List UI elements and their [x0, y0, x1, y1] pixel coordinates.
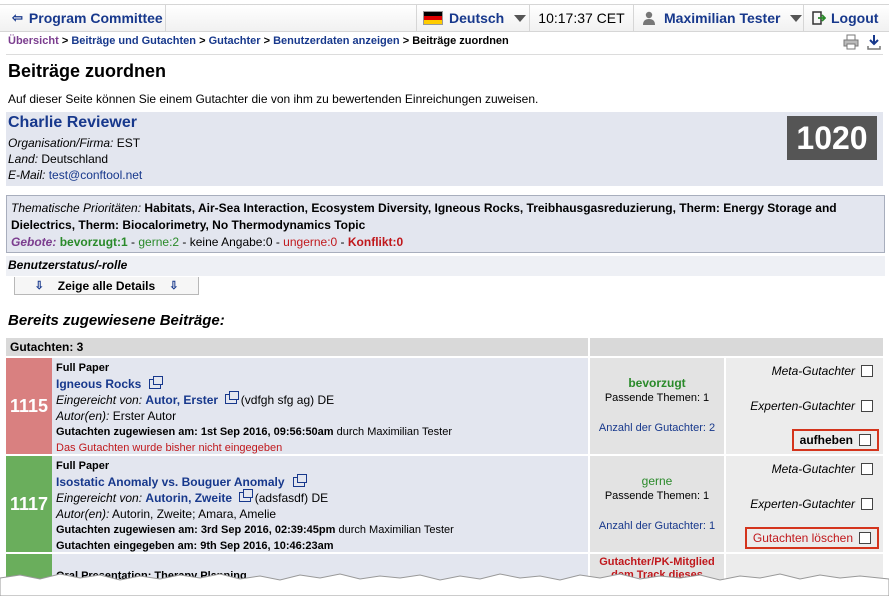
- table-row: 1117 Full Paper Isostatic Anomaly vs. Bo…: [6, 456, 883, 552]
- top-bar: ⇦ Program Committee Deutsch 10:17:37 CET…: [0, 4, 889, 32]
- breadcrumb: Übersicht > Beiträge und Gutachten > Gut…: [8, 35, 509, 47]
- user-name: Maximilian Tester: [664, 10, 781, 26]
- meta-reviewer-option[interactable]: Meta-Gutachter: [772, 462, 873, 476]
- expert-reviewer-checkbox[interactable]: [861, 498, 873, 510]
- user-icon: [643, 11, 655, 25]
- logout-icon: [812, 11, 826, 25]
- table-header-right: [590, 338, 883, 356]
- reviewer-org: Organisation/Firma: EST: [8, 136, 141, 150]
- download-icon[interactable]: [867, 34, 881, 50]
- user-menu[interactable]: Maximilian Tester: [634, 5, 804, 31]
- delete-review-checkbox[interactable]: [859, 532, 871, 544]
- submission-details: Full Paper Isostatic Anomaly vs. Bouguer…: [52, 456, 588, 552]
- user-status-row: Benutzerstatus/-rolle: [6, 256, 885, 276]
- reviewer-id-badge: 1020: [787, 116, 877, 160]
- open-window-icon[interactable]: [292, 474, 307, 487]
- time-label: 10:17:37 CET: [538, 10, 625, 26]
- show-all-details-button[interactable]: ⇩ Zeige alle Details ⇩: [14, 277, 199, 295]
- assigned-heading: Bereits zugewiesene Beiträge:: [8, 312, 225, 329]
- german-flag-icon: [423, 11, 443, 25]
- double-chevron-down-icon: ⇩: [169, 280, 179, 292]
- reviewer-name[interactable]: Charlie Reviewer: [8, 114, 137, 132]
- clock: 10:17:37 CET: [530, 5, 634, 31]
- meta-reviewer-checkbox[interactable]: [861, 463, 873, 475]
- bid-info: bevorzugt Passende Themen: 1 Anzahl der …: [590, 358, 724, 454]
- program-committee-label: Program Committee: [28, 10, 163, 26]
- bid-value: gerne: [641, 474, 673, 488]
- meta-reviewer-checkbox[interactable]: [861, 365, 873, 377]
- expert-reviewer-checkbox[interactable]: [861, 400, 873, 412]
- bids-line: Gebote: bevorzugt:1 - gerne:2 - keine An…: [11, 235, 404, 249]
- page-tools: [843, 34, 881, 50]
- breadcrumb-item-user-data[interactable]: Benutzerdaten anzeigen: [273, 35, 400, 47]
- torn-edge: [0, 573, 889, 596]
- open-window-icon[interactable]: [239, 489, 254, 502]
- page-title: Beiträge zuordnen: [8, 61, 167, 81]
- unassign-option[interactable]: aufheben: [791, 429, 879, 451]
- breadcrumb-item-submissions[interactable]: Beiträge und Gutachten: [71, 35, 196, 47]
- language-select[interactable]: Deutsch: [416, 5, 530, 31]
- reviewer-box: Charlie Reviewer Organisation/Firma: EST…: [6, 112, 883, 186]
- delete-review-option[interactable]: Gutachten löschen: [744, 527, 879, 549]
- logout-button[interactable]: Logout: [804, 5, 889, 31]
- submission-title-link[interactable]: Isostatic Anomaly vs. Bouguer Anomaly: [56, 474, 584, 490]
- print-icon[interactable]: [843, 34, 859, 50]
- topics-line: Thematische Prioritäten: Habitats, Air-S…: [11, 201, 837, 232]
- matching-topics: Passende Themen: 1: [604, 392, 710, 404]
- breadcrumb-current: Beiträge zuordnen: [412, 35, 509, 47]
- open-window-icon[interactable]: [149, 376, 164, 389]
- page-intro: Auf dieser Seite können Sie einem Gutach…: [8, 92, 539, 106]
- review-count-header: Gutachten: 3: [6, 338, 588, 356]
- matching-topics: Passende Themen: 1: [604, 490, 710, 502]
- expert-reviewer-option[interactable]: Experten-Gutachter: [750, 497, 873, 511]
- show-all-details-label: Zeige alle Details: [57, 278, 156, 293]
- language-label: Deutsch: [449, 10, 505, 26]
- row-actions: Meta-Gutachter Experten-Gutachter Gutach…: [726, 456, 883, 552]
- breadcrumb-item-overview[interactable]: Übersicht: [8, 35, 59, 47]
- submitter-link[interactable]: Autor, Erster: [145, 393, 218, 407]
- reviewer-email: E-Mail: test@conftool.net: [8, 168, 143, 182]
- logout-label: Logout: [831, 10, 879, 26]
- entered-line: Gutachten eingegeben am: 9th Sep 2016, 1…: [56, 540, 334, 552]
- authors-line: Autor(en): Erster Autor: [56, 409, 177, 423]
- row-actions: Meta-Gutachter Experten-Gutachter aufheb…: [726, 358, 883, 454]
- submission-title-link[interactable]: Igneous Rocks: [56, 376, 584, 392]
- assigned-line: Gutachten zugewiesen am: 1st Sep 2016, 0…: [56, 426, 452, 438]
- bid-value: bevorzugt: [628, 376, 686, 390]
- authors-line: Autor(en): Autorin, Zweite; Amara, Ameli…: [56, 507, 277, 521]
- reviewer-count-link[interactable]: Anzahl der Gutachter: 2: [590, 422, 724, 434]
- submission-details: Full Paper Igneous Rocks Eingereicht von…: [52, 358, 588, 454]
- chevron-down-icon: [790, 14, 803, 22]
- submitter-link[interactable]: Autorin, Zweite: [145, 491, 232, 505]
- submission-id: 1115: [6, 358, 52, 454]
- submission-id: 1117: [6, 456, 52, 552]
- open-window-icon[interactable]: [225, 391, 240, 404]
- chevron-down-icon: [514, 14, 527, 22]
- program-committee-link[interactable]: ⇦ Program Committee: [0, 5, 166, 31]
- topics-box: Thematische Prioritäten: Habitats, Air-S…: [6, 195, 885, 253]
- reviewer-country: Land: Deutschland: [8, 152, 109, 166]
- double-chevron-down-icon: ⇩: [34, 280, 44, 292]
- assigned-line: Gutachten zugewiesen am: 3rd Sep 2016, 0…: [56, 524, 454, 536]
- email-link[interactable]: test@conftool.net: [49, 168, 143, 182]
- review-status-text: Das Gutachten wurde bisher nicht eingege…: [56, 442, 283, 454]
- breadcrumb-item-reviewers[interactable]: Gutachter: [209, 35, 261, 47]
- bid-info: gerne Passende Themen: 1 Anzahl der Guta…: [590, 456, 724, 552]
- submitter-line: Eingereicht von: Autor, Erster (vdfgh sf…: [56, 391, 335, 407]
- divider: [6, 54, 883, 55]
- submitter-line: Eingereicht von: Autorin, Zweite (adsfas…: [56, 489, 329, 505]
- meta-reviewer-option[interactable]: Meta-Gutachter: [772, 364, 873, 378]
- reviewer-count-link[interactable]: Anzahl der Gutachter: 1: [590, 520, 724, 532]
- unassign-checkbox[interactable]: [859, 434, 871, 446]
- expert-reviewer-option[interactable]: Experten-Gutachter: [750, 399, 873, 413]
- back-arrow-icon: ⇦: [12, 10, 23, 25]
- table-row: 1115 Full Paper Igneous Rocks Eingereich…: [6, 358, 883, 454]
